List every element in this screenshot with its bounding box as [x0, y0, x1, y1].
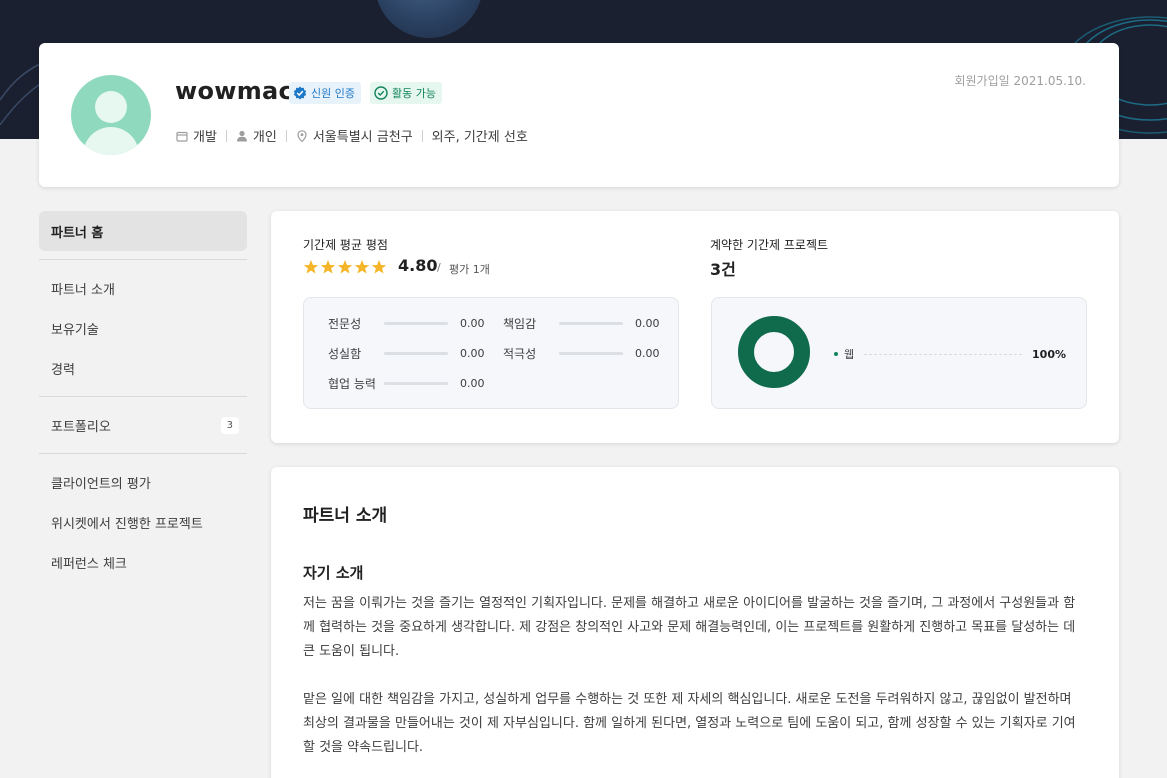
metric-value: 0.00	[635, 317, 660, 330]
person-icon	[236, 130, 248, 142]
briefcase-icon	[176, 130, 188, 142]
meta-location-label: 서울특별시 금천구	[312, 130, 413, 145]
metric-label: 성실함	[328, 347, 362, 361]
partner-sidebar: 파트너 홈 파트너 소개 보유기술 경력 포트폴리오 3 클라이언트의 평가 위…	[39, 211, 247, 582]
metric-responsibility: 책임감 0.00	[503, 315, 660, 332]
meta-field: 개발	[176, 126, 217, 145]
donut-legend-web: 웹 100%	[834, 346, 1066, 362]
meta-type: 개인	[236, 126, 277, 145]
profile-card: wowmac 신원 인증 활동 가능 개발 개인 서울특별시 금천구 외주, 기…	[39, 43, 1119, 187]
portfolio-count-badge: 3	[220, 416, 239, 434]
intro-section-title: 파트너 소개	[303, 506, 388, 526]
star-icon	[337, 259, 353, 275]
metric-bar	[384, 352, 448, 355]
star-icon	[371, 259, 387, 275]
star-icon	[320, 259, 336, 275]
meta-type-label: 개인	[252, 130, 277, 145]
meta-field-label: 개발	[193, 130, 217, 145]
verified-icon	[293, 86, 307, 100]
sidebar-item-career[interactable]: 경력	[39, 348, 247, 388]
metric-bar	[384, 382, 448, 385]
available-badge-label: 활동 가능	[392, 87, 436, 100]
metric-label: 적극성	[503, 347, 537, 361]
self-intro-heading: 자기 소개	[303, 564, 364, 582]
sidebar-divider	[39, 453, 247, 454]
sidebar-item-home[interactable]: 파트너 홈	[39, 211, 247, 251]
sidebar-item-wishket-projects[interactable]: 위시켓에서 진행한 프로젝트	[39, 502, 247, 542]
star-icon	[354, 259, 370, 275]
metric-proactiveness: 적극성 0.00	[503, 345, 660, 362]
contracted-projects-title: 계약한 기간제 프로젝트	[710, 238, 829, 252]
metric-label: 전문성	[328, 317, 362, 331]
join-date: 회원가입일 2021.05.10.	[954, 74, 1086, 88]
verified-badge: 신원 인증	[289, 82, 361, 104]
verified-badge-label: 신원 인증	[311, 87, 355, 100]
metric-label: 협업 능력	[328, 377, 376, 391]
rating-stars	[303, 259, 388, 275]
username: wowmac	[175, 77, 294, 105]
metric-bar	[559, 322, 623, 325]
metric-label: 책임감	[503, 317, 537, 331]
sidebar-item-label: 파트너 소개	[51, 282, 115, 298]
rating-breakdown-box: 전문성 0.00 책임감 0.00 성실함 0.00 적극성 0.00 협업 능…	[303, 297, 679, 409]
donut-segment-web	[738, 316, 810, 388]
sidebar-item-label: 포트폴리오	[51, 419, 111, 435]
metric-sincerity: 성실함 0.00	[328, 345, 485, 362]
score-separator: /	[437, 261, 441, 274]
sidebar-item-label: 경력	[51, 362, 75, 378]
sidebar-item-skills[interactable]: 보유기술	[39, 308, 247, 348]
metric-bar	[384, 322, 448, 325]
metric-collaboration: 협업 능력 0.00	[328, 375, 485, 392]
meta-location: 서울특별시 금천구	[296, 126, 413, 145]
avatar	[71, 75, 151, 155]
check-circle-icon	[374, 86, 388, 100]
meta-preference-label: 외주, 기간제 선호	[431, 130, 528, 145]
average-score: 4.80	[398, 256, 438, 275]
rating-summary-card: 기간제 평균 평점 4.80 / 평가 1개 계약한 기간제 프로젝트 3건 전…	[271, 211, 1119, 443]
metric-value: 0.00	[460, 317, 485, 330]
legend-percent: 100%	[1032, 347, 1066, 361]
average-rating-title: 기간제 평균 평점	[303, 238, 388, 252]
profile-meta: 개발 개인 서울특별시 금천구 외주, 기간제 선호	[176, 126, 528, 145]
contracted-projects-count: 3건	[710, 260, 736, 279]
sidebar-divider	[39, 259, 247, 260]
meta-preference: 외주, 기간제 선호	[432, 126, 528, 145]
location-pin-icon	[296, 129, 308, 142]
intro-paragraph: 맡은 일에 대한 책임감을 가지고, 성실하게 업무를 수행하는 것 또한 제 …	[303, 692, 1076, 755]
star-icon	[303, 259, 319, 275]
sidebar-divider	[39, 396, 247, 397]
sidebar-item-label: 파트너 홈	[51, 225, 104, 241]
metric-value: 0.00	[460, 347, 485, 360]
sidebar-item-client-reviews[interactable]: 클라이언트의 평가	[39, 462, 247, 502]
review-count: 평가 1개	[449, 263, 490, 276]
sidebar-item-intro[interactable]: 파트너 소개	[39, 268, 247, 308]
metric-value: 0.00	[635, 347, 660, 360]
metric-bar	[559, 352, 623, 355]
sidebar-item-label: 보유기술	[51, 322, 99, 338]
metric-value: 0.00	[460, 377, 485, 390]
intro-paragraph: 저는 꿈을 이뤄가는 것을 즐기는 열정적인 기획자입니다. 문제를 해결하고 …	[303, 596, 1076, 659]
sidebar-item-label: 위시켓에서 진행한 프로젝트	[51, 516, 203, 532]
project-category-donut	[738, 316, 810, 388]
partner-intro-card: 파트너 소개 자기 소개 저는 꿈을 이뤄가는 것을 즐기는 열정적인 기획자입…	[271, 467, 1119, 778]
legend-dot	[834, 352, 838, 356]
project-category-box: 웹 100%	[711, 297, 1087, 409]
sidebar-item-reference-check[interactable]: 레퍼런스 체크	[39, 542, 247, 582]
metric-expertise: 전문성 0.00	[328, 315, 485, 332]
sidebar-item-portfolio[interactable]: 포트폴리오 3	[39, 405, 247, 445]
legend-label: 웹	[844, 348, 855, 361]
sidebar-item-label: 클라이언트의 평가	[51, 476, 151, 492]
sidebar-item-label: 레퍼런스 체크	[51, 556, 127, 572]
available-badge: 활동 가능	[370, 82, 442, 104]
